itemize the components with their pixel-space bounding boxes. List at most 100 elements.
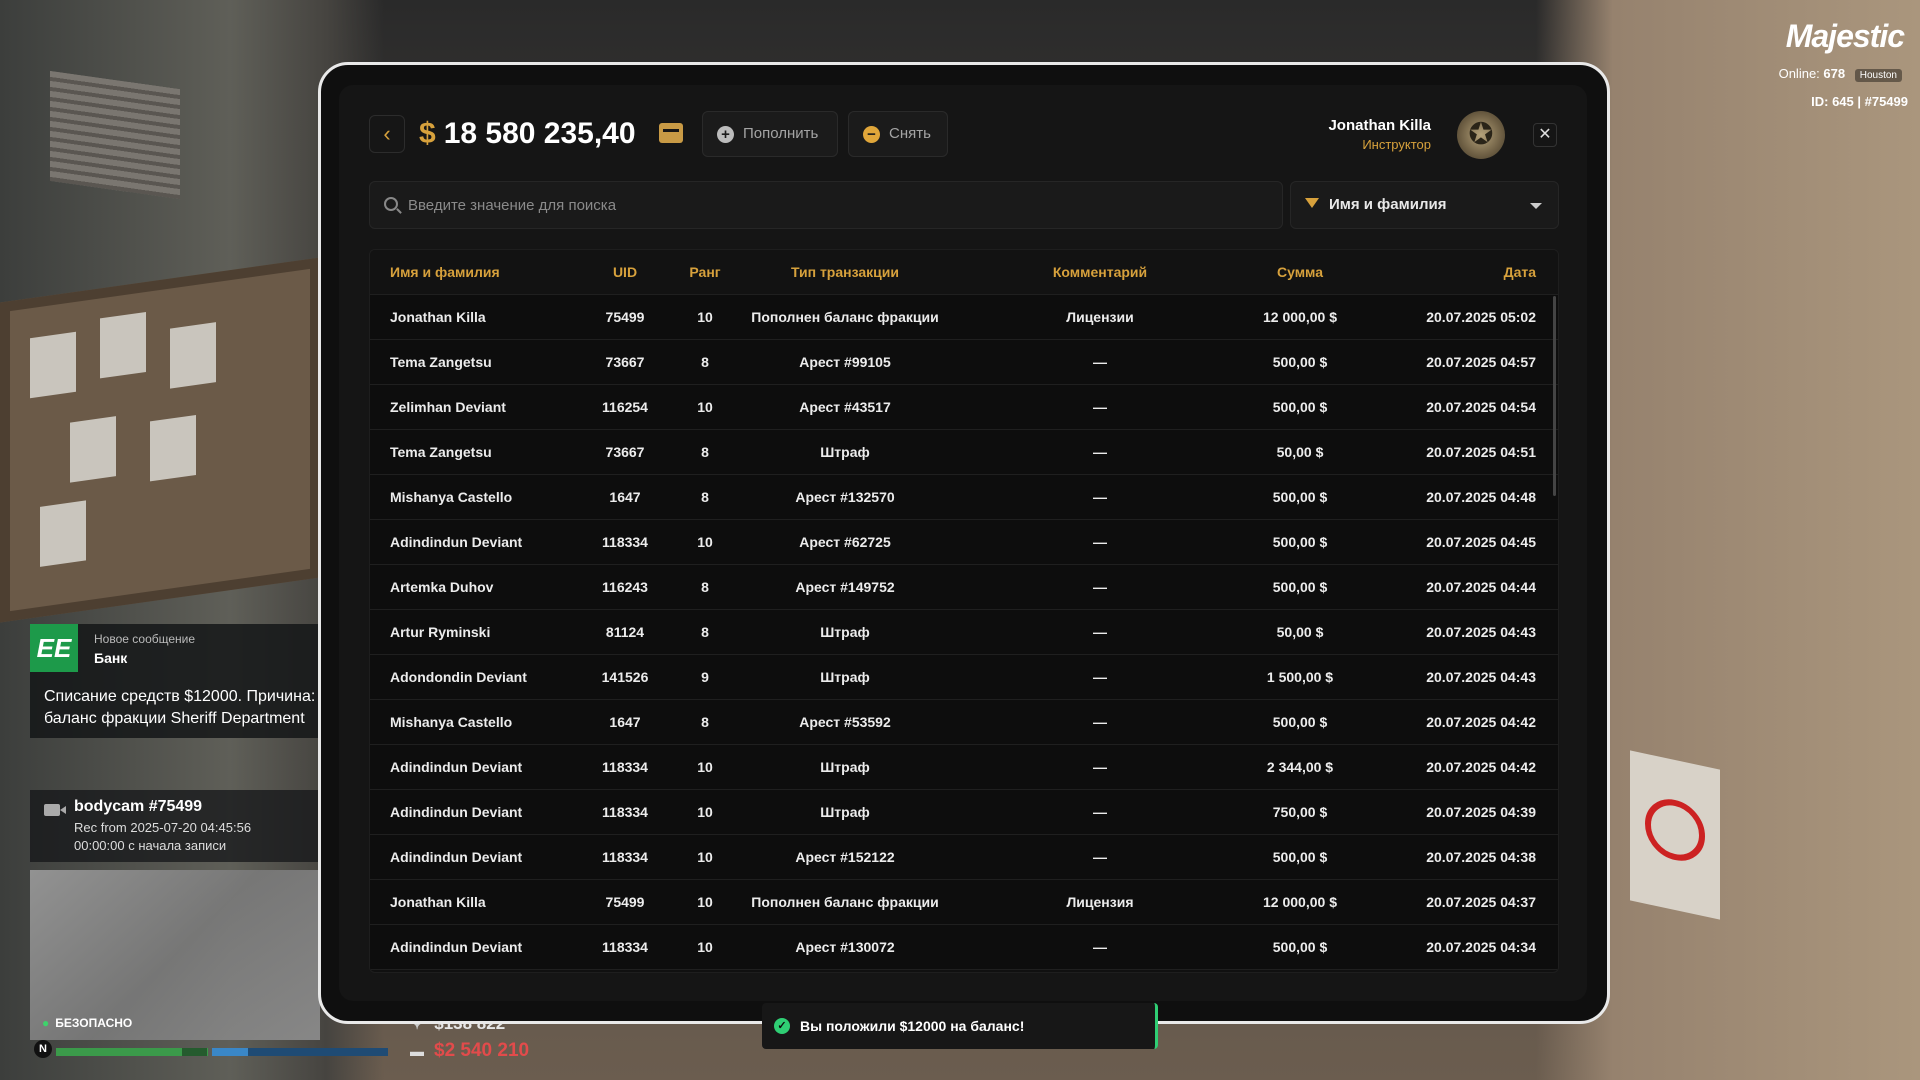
cell-sum: 50,00 $ — [1276, 444, 1324, 460]
column-header-date[interactable]: Дата — [1360, 250, 1536, 295]
filter-dropdown[interactable]: Имя и фамилия — [1290, 181, 1559, 229]
withdraw-button[interactable]: − Снять — [848, 111, 948, 157]
cell-comment: — — [1093, 399, 1107, 415]
cell-type: Арест #152122 — [795, 849, 895, 865]
close-button[interactable]: ✕ — [1533, 123, 1557, 147]
cell-date: 20.07.2025 04:42 — [1426, 714, 1536, 730]
cell-name: Tema Zangetsu — [390, 444, 492, 460]
cell-uid: 116243 — [602, 579, 648, 595]
cell-sum: 500,00 $ — [1272, 714, 1328, 730]
cell-uid: 116254 — [602, 399, 648, 415]
table-row[interactable]: Adindindun Deviant 118334 10 Штраф —750,00 $… — [370, 790, 1558, 835]
table-row[interactable]: Adondondin Deviant 141526 9 Штраф —1 500,00 … — [370, 655, 1558, 700]
balance-value: 18 580 235,40 — [443, 117, 636, 150]
deposit-button[interactable]: + Пополнить — [702, 111, 838, 157]
table-row[interactable]: Artur Ryminski 81124 8 Штраф —50,00 $20.07.2… — [370, 610, 1558, 655]
cell-uid: 118334 — [602, 939, 648, 955]
table-row[interactable]: Adindindun Deviant 118334 10 Арест #130072—… — [370, 925, 1558, 970]
plus-icon: + — [717, 126, 734, 143]
cell-sum: 500,00 $ — [1272, 399, 1328, 415]
cell-date: 20.07.2025 04:43 — [1426, 669, 1536, 685]
player-id: ID: 645 | #75499 — [1811, 94, 1908, 109]
table-row[interactable]: Adindindun Deviant 118334 10 Арест #152122—… — [370, 835, 1558, 880]
cell-uid: 118334 — [602, 804, 648, 820]
table-row[interactable]: Adindindun Deviant 118334 10 Арест #62725—5… — [370, 520, 1558, 565]
compass-north-icon: N — [34, 1040, 52, 1058]
search-input[interactable] — [408, 182, 1268, 228]
column-header-comment[interactable]: Комментарий — [1000, 250, 1200, 295]
cell-sum: 500,00 $ — [1272, 534, 1328, 550]
cell-type: Арест #99105 — [799, 354, 891, 370]
cell-date: 20.07.2025 04:37 — [1426, 894, 1536, 910]
table-row[interactable]: Mishanya Castello 1647 8 Арест #132570—500,… — [370, 475, 1558, 520]
table-row[interactable]: Tema Zangetsu 73667 8 Арест #99105—500,00 $… — [370, 340, 1558, 385]
cell-date: 20.07.2025 04:42 — [1426, 759, 1536, 775]
user-name: Jonathan Killa — [1328, 117, 1431, 134]
cell-uid: 118334 — [602, 534, 648, 550]
online-counter: Online: 678 Houston — [1779, 66, 1902, 82]
column-header-type[interactable]: Тип транзакции — [730, 250, 960, 295]
cell-uid: 1647 — [609, 714, 641, 730]
column-header-sum[interactable]: Сумма — [1220, 250, 1380, 295]
wall-vent — [50, 70, 180, 200]
transactions-table: Имя и фамилия UID Ранг Тип транзакции Ко… — [369, 249, 1559, 973]
cell-date: 20.07.2025 04:57 — [1426, 354, 1536, 370]
cell-type: Пополнен баланс фракции — [751, 894, 939, 910]
chevron-down-icon — [1530, 203, 1542, 209]
cell-name: Zelimhan Deviant — [390, 399, 506, 415]
bodycam-rec: Rec from 2025-07-20 04:45:56 — [74, 820, 252, 835]
cork-board — [0, 257, 320, 623]
cell-sum: 50,00 $ — [1276, 624, 1324, 640]
cell-name: Jonathan Killa — [390, 309, 486, 325]
cell-name: Adindindun Deviant — [390, 804, 523, 820]
no-smoking-sign — [1630, 750, 1720, 920]
cell-name: Adondondin Deviant — [390, 669, 527, 685]
cell-name: Mishanya Castello — [390, 489, 513, 505]
board-paper — [100, 311, 146, 379]
cell-date: 20.07.2025 05:02 — [1426, 309, 1536, 325]
cell-comment: — — [1093, 714, 1107, 730]
cell-comment: — — [1093, 759, 1107, 775]
cell-date: 20.07.2025 04:54 — [1426, 399, 1536, 415]
cell-sum: 750,00 $ — [1272, 804, 1328, 820]
table-row[interactable]: Tema Zangetsu 73667 8 Штраф —50,00 $20.07.20… — [370, 430, 1558, 475]
cell-name: Artur Ryminski — [390, 624, 491, 640]
server-logo: Majestic — [1785, 18, 1905, 54]
search-box[interactable] — [369, 181, 1283, 229]
tablet-screen: ‹ $18 580 235,40 + Пополнить − Снять Jon… — [339, 85, 1587, 1001]
board-paper — [30, 331, 76, 399]
cell-type: Арест #62725 — [799, 534, 891, 550]
server-name: Houston — [1854, 69, 1902, 82]
cell-type: Пополнен баланс фракции — [751, 309, 939, 325]
board-paper — [40, 500, 86, 567]
cell-type: Штраф — [820, 624, 870, 640]
cell-uid: 141526 — [601, 669, 649, 685]
cell-date: 20.07.2025 04:43 — [1426, 624, 1536, 640]
cell-type: Арест #43517 — [799, 399, 891, 415]
table-scrollbar[interactable] — [1553, 296, 1556, 496]
table-row[interactable]: Adindindun Deviant 118334 10 Штраф —2 344,00… — [370, 745, 1558, 790]
cell-comment: — — [1093, 939, 1107, 955]
cell-type: Арест #53592 — [799, 714, 891, 730]
table-row[interactable]: Jonathan Killa 75499 10 Пополнен баланс фра… — [370, 295, 1558, 340]
success-toast: ✓ Вы положили $12000 на баланс! — [762, 1003, 1158, 1049]
cell-date: 20.07.2025 04:34 — [1426, 939, 1536, 955]
cell-name: Tema Zangetsu — [390, 354, 492, 370]
column-header-uid[interactable]: UID — [575, 250, 675, 295]
cell-name: Adindindun Deviant — [390, 849, 523, 865]
table-row[interactable]: Zelimhan Deviant 116254 10 Арест #43517—500… — [370, 385, 1558, 430]
table-row[interactable]: Artemka Duhov 116243 8 Арест #149752—500,00… — [370, 565, 1558, 610]
column-header-name[interactable]: Имя и фамилия — [390, 250, 570, 295]
back-button[interactable]: ‹ — [369, 115, 405, 153]
cell-uid: 73667 — [605, 354, 645, 370]
bodycam-title: bodycam #75499 — [74, 798, 203, 815]
cell-name: Artemka Duhov — [390, 579, 494, 595]
table-row[interactable]: Mishanya Castello 1647 8 Арест #53592—500,0… — [370, 700, 1558, 745]
health-bar-segment — [182, 1048, 207, 1056]
cell-type: Арест #132570 — [795, 489, 895, 505]
check-icon: ✓ — [774, 1018, 790, 1034]
table-row[interactable]: Jonathan Killa 75499 10 Пополнен баланс фра… — [370, 880, 1558, 925]
cell-name: Adindindun Deviant — [390, 759, 523, 775]
cell-date: 20.07.2025 04:44 — [1426, 579, 1536, 595]
cell-comment: — — [1093, 534, 1107, 550]
